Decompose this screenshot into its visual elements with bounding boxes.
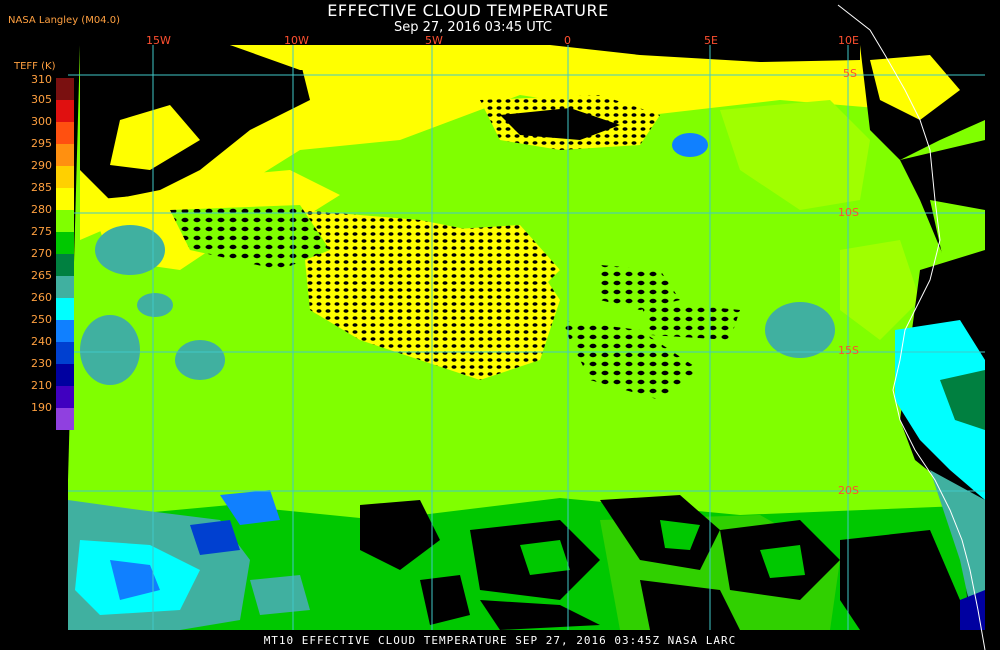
legend-label: 285 bbox=[31, 181, 52, 194]
legend-label: 300 bbox=[31, 115, 52, 128]
lat-label-20s: 20S bbox=[838, 484, 859, 497]
teal-cloud-west bbox=[95, 225, 165, 275]
legend-swatch bbox=[56, 254, 74, 276]
legend-swatch bbox=[56, 100, 74, 122]
legend-swatch bbox=[56, 386, 74, 408]
legend-label: 210 bbox=[31, 379, 52, 392]
lat-label-10s: 10S bbox=[838, 206, 859, 219]
legend-swatch bbox=[56, 342, 74, 364]
color-legend bbox=[56, 78, 74, 430]
legend-label: 270 bbox=[31, 247, 52, 260]
legend-label: 240 bbox=[31, 335, 52, 348]
lon-label-10e: 10E bbox=[838, 34, 859, 47]
legend-label: 250 bbox=[31, 313, 52, 326]
legend-label: 290 bbox=[31, 159, 52, 172]
legend-label: 265 bbox=[31, 269, 52, 282]
legend-title: TEFF (K) bbox=[14, 61, 56, 72]
legend-label: 295 bbox=[31, 137, 52, 150]
legend-label: 280 bbox=[31, 203, 52, 216]
legend-swatch bbox=[56, 78, 74, 100]
product-label: NASA Langley (M04.0) bbox=[8, 15, 120, 26]
lon-label-15w: 15W bbox=[146, 34, 171, 47]
legend-swatch bbox=[56, 188, 74, 210]
legend-swatch bbox=[56, 276, 74, 298]
cloud-temperature-map bbox=[68, 4, 986, 650]
legend-label: 230 bbox=[31, 357, 52, 370]
legend-swatch bbox=[56, 144, 74, 166]
legend-label: 275 bbox=[31, 225, 52, 238]
legend-swatch bbox=[56, 122, 74, 144]
lon-label-0: 0 bbox=[564, 34, 571, 47]
legend-label: 310 bbox=[31, 73, 52, 86]
lat-label-15s: 15S bbox=[838, 344, 859, 357]
lat-label-5s: 5S bbox=[843, 67, 857, 80]
legend-swatch bbox=[56, 232, 74, 254]
legend-label: 305 bbox=[31, 93, 52, 106]
lon-label-5w: 5W bbox=[425, 34, 443, 47]
lon-label-10w: 10W bbox=[284, 34, 309, 47]
legend-swatch bbox=[56, 210, 74, 232]
lon-label-5e: 5E bbox=[704, 34, 718, 47]
legend-swatch bbox=[56, 298, 74, 320]
legend-swatch bbox=[56, 408, 74, 430]
legend-swatch bbox=[56, 320, 74, 342]
legend-label: 260 bbox=[31, 291, 52, 304]
legend-label: 190 bbox=[31, 401, 52, 414]
map-title: EFFECTIVE CLOUD TEMPERATURE bbox=[327, 1, 609, 20]
map-timestamp: Sep 27, 2016 03:45 UTC bbox=[393, 20, 553, 35]
legend-swatch bbox=[56, 166, 74, 188]
legend-swatch bbox=[56, 364, 74, 386]
footer-caption: MT10 EFFECTIVE CLOUD TEMPERATURE SEP 27,… bbox=[263, 634, 737, 647]
